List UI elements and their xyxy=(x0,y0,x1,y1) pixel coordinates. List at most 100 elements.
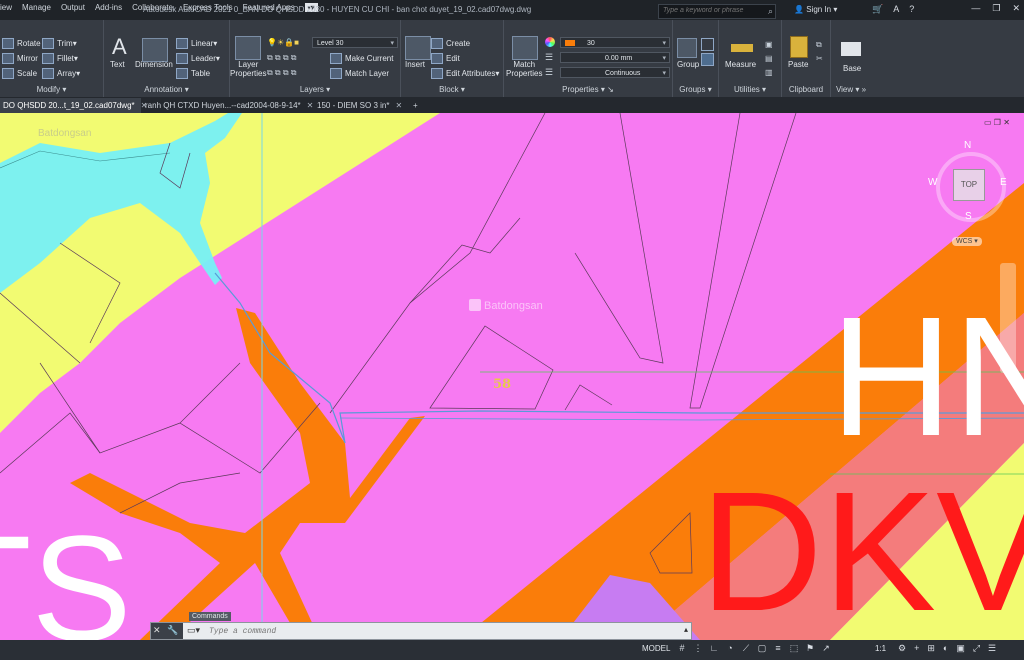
panel-label-modify[interactable]: Modify ▾ xyxy=(0,85,103,94)
viewport-restore-icon[interactable]: ❐ xyxy=(994,118,1001,127)
viewcube-east[interactable]: E xyxy=(1000,177,1007,188)
model-space-button[interactable]: MODEL xyxy=(642,644,670,653)
layer-state-icons[interactable]: 💡☀🔒■ xyxy=(267,38,312,48)
fillet-button[interactable]: Fillet ▾ xyxy=(42,53,78,64)
layer-properties-button[interactable]: Layer Properties xyxy=(230,60,266,78)
group-button[interactable]: Group xyxy=(677,60,699,69)
edit-attributes-button[interactable]: Edit Attributes ▾ xyxy=(431,68,499,79)
panel-label-block[interactable]: Block ▾ xyxy=(401,85,503,94)
layer-tool-icons-row2[interactable]: ⧉ ⧉ ⧉ ⧉ xyxy=(267,68,297,78)
measure-button[interactable]: Measure xyxy=(725,60,756,69)
close-tab-icon[interactable]: ✕ xyxy=(307,101,314,110)
insert-button[interactable]: Insert xyxy=(405,60,425,69)
search-input[interactable] xyxy=(659,5,759,16)
panel-label-utilities[interactable]: Utilities ▾ xyxy=(719,85,781,94)
array-button[interactable]: Array ▾ xyxy=(42,68,80,79)
base-button[interactable]: Base xyxy=(843,64,861,73)
ungroup-icon[interactable] xyxy=(701,38,714,51)
command-expand-icon[interactable]: ▴ xyxy=(684,625,688,634)
command-prompt-icon[interactable]: ▭▾ xyxy=(187,625,200,636)
make-current-button[interactable]: Make Current xyxy=(330,53,393,64)
wcs-menu[interactable]: WCS ▾ xyxy=(952,237,982,246)
viewcube-top-face[interactable]: TOP xyxy=(953,169,985,201)
isodraft-icon[interactable]: ⟋ xyxy=(740,643,752,654)
layer-dropdown[interactable]: Level 30 xyxy=(312,37,398,48)
search-box[interactable]: ⌕ xyxy=(658,4,776,19)
dimension-button[interactable]: Dimension xyxy=(135,60,173,69)
create-block-button[interactable]: Create xyxy=(431,38,470,49)
scale-button[interactable]: Scale xyxy=(2,68,37,79)
linear-button[interactable]: Linear ▾ xyxy=(176,38,217,49)
hardware-accel-icon[interactable]: ▣ xyxy=(956,643,965,654)
paste-button[interactable]: Paste xyxy=(788,60,808,69)
text-button[interactable]: Text xyxy=(110,60,125,69)
isolate-icon[interactable]: ◐ xyxy=(943,643,948,654)
settings-icon[interactable]: ⚙ xyxy=(898,643,906,654)
menu-view[interactable]: iew xyxy=(0,3,12,12)
menu-add-ins[interactable]: Add-ins xyxy=(95,3,122,12)
match-properties-button[interactable]: Match Properties xyxy=(506,60,542,78)
command-input[interactable] xyxy=(207,625,671,638)
measure-icon[interactable] xyxy=(731,44,753,52)
leader-button[interactable]: Leader ▾ xyxy=(176,53,220,64)
tab-file-3[interactable]: 150 - DIEM SO 3 in* ✕ xyxy=(314,98,409,113)
selection-cycling-icon[interactable]: ⬚ xyxy=(788,643,800,654)
layer-properties-icon[interactable] xyxy=(235,36,261,60)
close-tab-icon[interactable]: ✕ xyxy=(395,101,402,110)
panel-label-groups[interactable]: Groups ▾ xyxy=(673,85,718,94)
dimension-icon[interactable] xyxy=(142,38,168,62)
match-layer-button[interactable]: Match Layer xyxy=(330,68,389,79)
annotation-visibility-icon[interactable]: ⚑ xyxy=(804,643,816,654)
customize-wrench-icon[interactable]: 🔧 xyxy=(167,625,178,636)
text-icon[interactable]: A xyxy=(112,34,127,60)
color-wheel-icon[interactable] xyxy=(545,37,555,47)
mirror-button[interactable]: Mirror xyxy=(2,53,38,64)
cart-icon[interactable]: 🛒 xyxy=(872,4,883,15)
viewcube-south[interactable]: S xyxy=(965,211,972,222)
viewcube-west[interactable]: W xyxy=(928,177,937,188)
grid-icon[interactable]: # xyxy=(676,643,688,654)
customization-icon[interactable]: ☰ xyxy=(988,643,996,654)
annotation-scale-icon[interactable]: ↗ xyxy=(820,643,832,654)
rotate-button[interactable]: Rotate xyxy=(2,38,41,49)
sign-in[interactable]: 👤 Sign In ▾ xyxy=(794,5,837,14)
paste-icon[interactable] xyxy=(790,36,808,58)
group-icon[interactable] xyxy=(677,38,697,58)
insert-icon[interactable] xyxy=(405,36,431,60)
utility-icons[interactable]: ▣ ▤ ▥ xyxy=(765,38,773,80)
panel-label-annotation[interactable]: Annotation ▾ xyxy=(104,85,229,94)
help-icon[interactable]: ? xyxy=(909,4,914,15)
ortho-icon[interactable]: ∟ xyxy=(708,643,720,654)
menu-output[interactable]: Output xyxy=(61,3,85,12)
tab-file-1[interactable]: DO QHSDD 20...t_19_02.cad07dwg* ✕ xyxy=(0,98,147,113)
restore-icon[interactable]: ❐ xyxy=(992,3,1000,14)
panel-label-clipboard[interactable]: Clipboard xyxy=(782,85,830,94)
osnap-icon[interactable]: ▢ xyxy=(756,643,768,654)
autodesk-a-icon[interactable]: A xyxy=(893,4,899,15)
drawing-canvas[interactable]: 58 Batdongsan Batdongsan HN DKV TS ▭ ❐ ✕… xyxy=(0,113,1024,640)
edit-block-button[interactable]: Edit xyxy=(431,53,460,64)
clean-screen-icon[interactable]: ⤢ xyxy=(973,643,980,654)
panel-label-layers[interactable]: Layers ▾ xyxy=(230,85,400,94)
match-properties-icon[interactable] xyxy=(512,36,538,60)
snap-icon[interactable]: ⋮ xyxy=(692,643,704,654)
copy-cut-icons[interactable]: ⧉ ✂ xyxy=(816,38,823,66)
group-select-icon[interactable] xyxy=(701,53,714,66)
units-icon[interactable]: ⊞ xyxy=(927,643,935,654)
trim-button[interactable]: Trim ▾ xyxy=(42,38,77,49)
close-icon[interactable]: ✕ xyxy=(1012,3,1020,14)
linetype-dropdown[interactable]: Continuous xyxy=(560,67,670,78)
minimize-icon[interactable]: — xyxy=(971,3,980,14)
close-command-icon[interactable]: ✕ xyxy=(153,625,161,636)
search-icon[interactable]: ⌕ xyxy=(768,6,773,17)
viewcube[interactable]: TOP N W E S WCS ▾ xyxy=(928,140,1010,252)
navigation-bar[interactable] xyxy=(1000,263,1016,373)
annotation-scale[interactable]: 1:1 xyxy=(875,644,886,653)
lineweight-toggle-icon[interactable]: ≡ xyxy=(772,643,784,654)
menu-manage[interactable]: Manage xyxy=(22,3,51,12)
viewport-close-icon[interactable]: ✕ xyxy=(1003,118,1010,127)
viewcube-north[interactable]: N xyxy=(964,140,971,151)
panel-label-properties[interactable]: Properties ▾ ↘ xyxy=(504,85,672,94)
layer-tool-icons-row1[interactable]: ⧉ ⧉ ⧉ ⧉ xyxy=(267,53,297,63)
viewport-minimize-icon[interactable]: ▭ xyxy=(984,118,992,127)
